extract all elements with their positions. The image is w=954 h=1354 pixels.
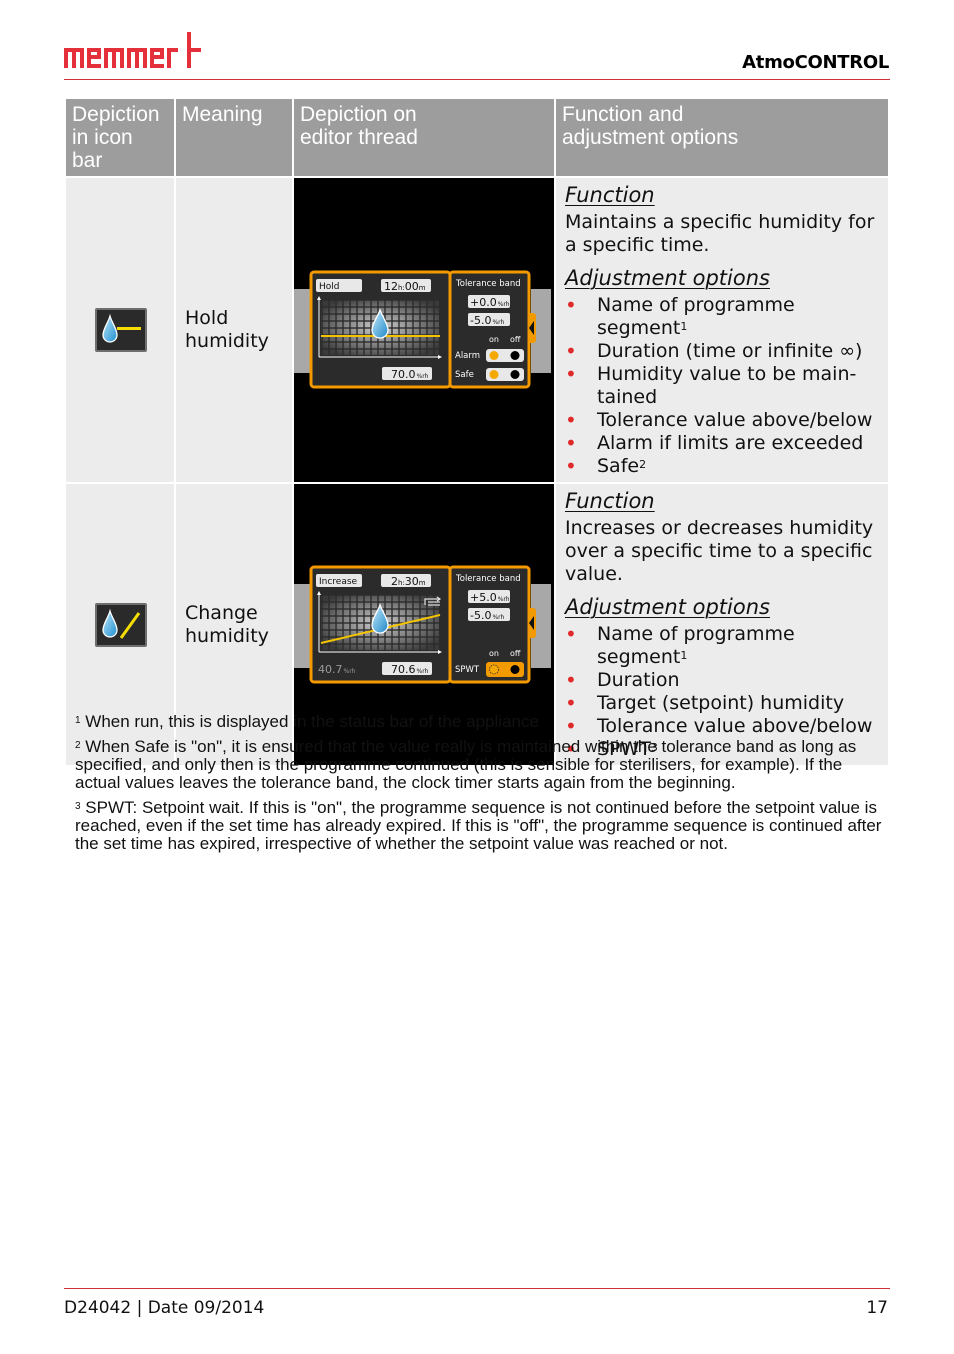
- meaning-text: humidity: [185, 330, 269, 352]
- option-item: Tolerance value above/below: [565, 409, 880, 432]
- page-number: 17: [866, 1298, 888, 1318]
- spwt-on-indicator: [489, 664, 499, 674]
- meaning-text: humidity: [185, 624, 269, 647]
- function-cell: Function Maintains a specific humidity f…: [556, 176, 888, 482]
- safe-off-indicator: [510, 370, 520, 379]
- spwt-label: SPWT: [455, 665, 480, 675]
- column-header-meaning: Meaning: [176, 99, 294, 176]
- option-item: Humidity value to be main-tained: [565, 363, 880, 409]
- column-header-function: Function and adjustment options: [556, 99, 888, 176]
- options-list: Name of programme segment1 Duration (tim…: [565, 294, 880, 478]
- footnote-3: 3 SPWT: Setpoint wait. If this is "on", …: [75, 798, 882, 853]
- meaning-text: Hold: [185, 307, 229, 329]
- on-label: on: [489, 649, 499, 658]
- header-line: Depiction on: [300, 103, 417, 126]
- document-id: D24042 | Date 09/2014: [64, 1298, 265, 1318]
- function-text: Increases or decreases humidity over a s…: [565, 517, 874, 585]
- footnote-1: 1 When run, this is displayed in the sta…: [75, 712, 539, 731]
- function-text: Maintains a specific humidity for a spec…: [565, 211, 875, 256]
- icon-cell: [66, 176, 176, 482]
- prev-segment-tab[interactable]: [294, 289, 312, 373]
- meaning-text: Change: [185, 601, 258, 624]
- off-label: off: [510, 649, 521, 658]
- footer-rule: [64, 1288, 890, 1289]
- option-item: Duration (time or infinite ∞): [565, 340, 880, 363]
- option-item: Name of programme segment1: [565, 294, 880, 340]
- change-humidity-icon: [95, 602, 147, 647]
- tolerance-title: Tolerance band: [455, 574, 521, 584]
- option-item: Name of programme segment1: [565, 623, 880, 669]
- header-line: Depiction: [72, 103, 160, 126]
- options-heading: Adjustment options: [565, 595, 770, 619]
- footnote-2: 2 When Safe is "on", it is ensured that …: [75, 737, 857, 792]
- option-item: Safe2: [565, 455, 880, 478]
- column-header-editor-thread: Depiction on editor thread: [294, 99, 556, 176]
- option-item: Alarm if limits are exceeded: [565, 432, 880, 455]
- prev-segment-tab[interactable]: [294, 583, 312, 668]
- meaning-cell: Hold humidity: [176, 176, 294, 482]
- safe-on-indicator: [489, 370, 499, 379]
- option-item: Duration: [565, 669, 880, 692]
- header-line: adjustment options: [562, 126, 739, 149]
- column-header-icon-bar: Depiction in icon bar: [66, 99, 176, 176]
- alarm-off-indicator: [510, 351, 520, 360]
- hold-humidity-icon: [95, 308, 147, 352]
- change-editor-thread: Increase 2h:30m 40.7%rh 70.6%rh Toleranc…: [294, 565, 551, 683]
- on-label: on: [489, 335, 499, 344]
- footnotes: 1 When run, this is displayed in the sta…: [75, 713, 885, 860]
- editor-thread-cell: Hold 12h:00m 70.0%rh Tolerance band +0.0…: [294, 176, 556, 482]
- safe-label: Safe: [455, 370, 474, 380]
- header-rule: [64, 79, 890, 80]
- hold-editor-thread: Hold 12h:00m 70.0%rh Tolerance band +0.0…: [294, 270, 551, 389]
- segment-name: Hold: [319, 282, 340, 292]
- segment-name: Increase: [319, 577, 358, 587]
- product-name: AtmoCONTROL: [742, 52, 889, 73]
- alarm-on-indicator: [489, 351, 499, 360]
- function-heading: Function: [565, 183, 655, 207]
- alarm-label: Alarm: [455, 351, 480, 361]
- table-header-row: Depiction in icon bar Meaning Depiction o…: [66, 99, 888, 176]
- header-line: Meaning: [182, 103, 263, 126]
- spwt-off-indicator: [510, 664, 520, 674]
- tolerance-title: Tolerance band: [455, 279, 521, 289]
- function-table: Depiction in icon bar Meaning Depiction o…: [66, 99, 888, 765]
- header-line: in icon bar: [72, 126, 133, 172]
- option-item: Target (setpoint) humidity: [565, 692, 880, 715]
- off-label: off: [510, 335, 521, 344]
- table-row-hold-humidity: Hold humidity Hold 12h:00m 70.0%rh Toler…: [66, 176, 888, 482]
- options-heading: Adjustment options: [565, 266, 770, 290]
- function-heading: Function: [565, 489, 655, 513]
- header-line: Function and: [562, 103, 684, 126]
- header-line: editor thread: [300, 126, 418, 149]
- memmert-logo: [64, 32, 201, 68]
